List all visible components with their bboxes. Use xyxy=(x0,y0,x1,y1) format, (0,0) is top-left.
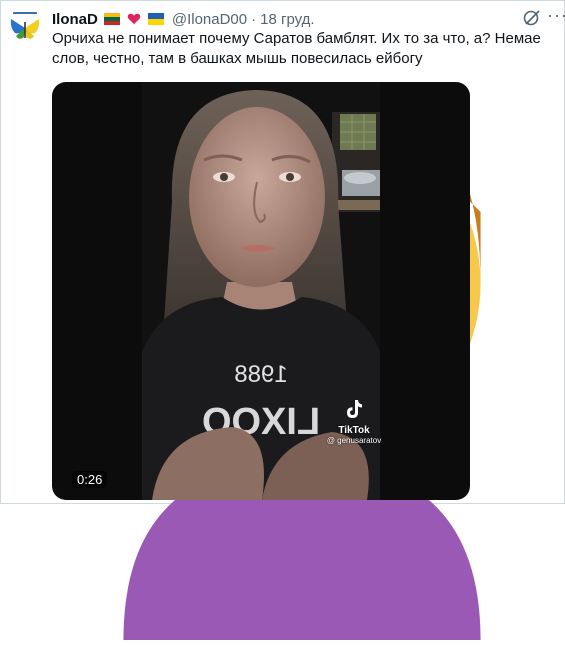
avatar[interactable] xyxy=(7,8,43,44)
tiktok-logo-icon xyxy=(347,400,362,418)
handle[interactable]: @IlonaD00 xyxy=(172,11,247,28)
tweet-header: IlonaD @IlonaD00 · 18 груд. xyxy=(52,9,315,29)
tiktok-label: TikTok xyxy=(338,425,370,436)
tiktok-watermark: TikTok @ genusaratov xyxy=(324,399,384,445)
more-options-icon[interactable]: ··· xyxy=(547,6,565,24)
timestamp[interactable]: 18 груд. xyxy=(260,11,314,28)
video-duration: 0:26 xyxy=(72,471,108,488)
red-heart-icon xyxy=(127,13,141,25)
tiktok-username: @ genusaratov xyxy=(326,436,382,445)
display-name[interactable]: IlonaD xyxy=(52,11,98,28)
grok-icon[interactable] xyxy=(522,8,542,28)
separator-dot: · xyxy=(251,10,257,28)
video-player[interactable]: 1988 LIXOO TikTok @ genusaratov 0:26 xyxy=(52,82,470,500)
lithuania-flag-icon xyxy=(103,13,120,25)
ukraine-flag-icon xyxy=(147,13,164,25)
tweet-body: Орчиха не понимает почему Саратов бамбля… xyxy=(52,30,541,67)
shirt-text-1988: 1988 xyxy=(234,361,287,388)
butterfly-avatar-icon xyxy=(7,8,43,44)
